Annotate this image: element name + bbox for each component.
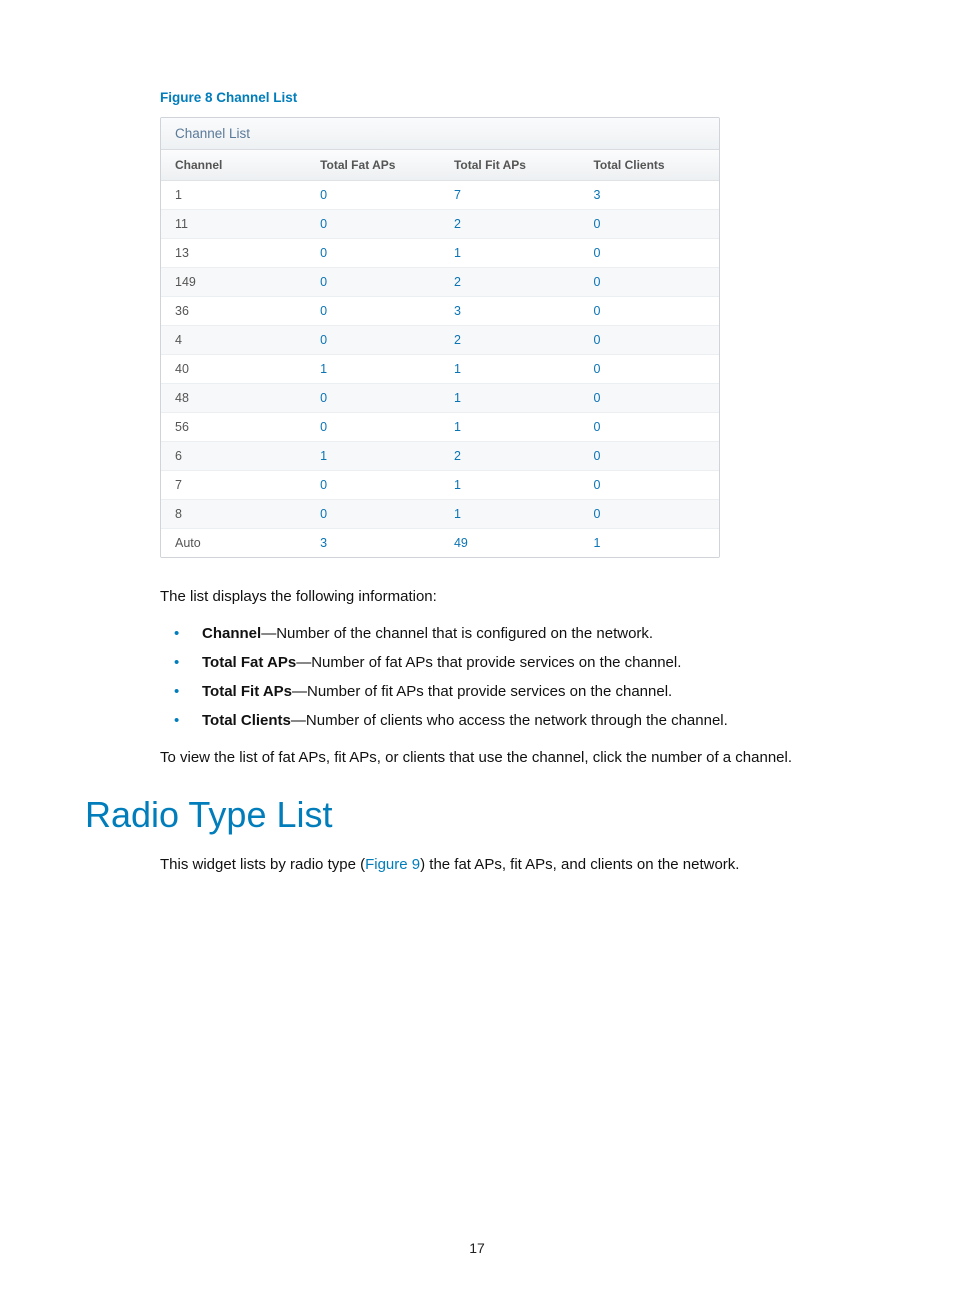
cell-channel: 40 (161, 355, 306, 383)
section-body: This widget lists by radio type (Figure … (160, 856, 869, 873)
list-item: Total Fit APs—Number of fit APs that pro… (160, 677, 869, 706)
table-row: 11020 (161, 210, 719, 239)
list-item: Channel—Number of the channel that is co… (160, 619, 869, 648)
header-channel: Channel (161, 150, 306, 180)
cell-total-fit-aps[interactable]: 1 (440, 413, 580, 441)
table-row: 8010 (161, 500, 719, 529)
cell-channel: 4 (161, 326, 306, 354)
info-list: Channel—Number of the channel that is co… (160, 619, 869, 735)
table-row: 1073 (161, 181, 719, 210)
cell-channel: 48 (161, 384, 306, 412)
term: Total Fit APs (202, 683, 292, 700)
cell-total-fat-aps[interactable]: 0 (306, 413, 440, 441)
table-row: 13010 (161, 239, 719, 268)
term: Channel (202, 625, 261, 642)
cell-total-fat-aps[interactable]: 3 (306, 529, 440, 557)
cell-channel: 1 (161, 181, 306, 209)
term: Total Clients (202, 712, 291, 729)
cell-total-fat-aps[interactable]: 1 (306, 442, 440, 470)
desc: —Number of the channel that is configure… (261, 625, 653, 642)
table-row: 7010 (161, 471, 719, 500)
cell-total-fit-aps[interactable]: 3 (440, 297, 580, 325)
cell-total-fit-aps[interactable]: 2 (440, 268, 580, 296)
cell-total-clients[interactable]: 0 (579, 297, 719, 325)
cell-total-fat-aps[interactable]: 0 (306, 268, 440, 296)
intro-text: The list displays the following informat… (160, 588, 869, 605)
cell-total-fit-aps[interactable]: 1 (440, 239, 580, 267)
figure-9-link[interactable]: Figure 9 (365, 856, 420, 873)
cell-total-fit-aps[interactable]: 2 (440, 210, 580, 238)
section-body-pre: This widget lists by radio type ( (160, 856, 365, 873)
header-total-fit-aps: Total Fit APs (440, 150, 580, 180)
cell-total-fit-aps[interactable]: 1 (440, 500, 580, 528)
page-number: 17 (0, 1240, 954, 1256)
cell-channel: 13 (161, 239, 306, 267)
cell-total-fat-aps[interactable]: 0 (306, 500, 440, 528)
cell-total-fat-aps[interactable]: 0 (306, 297, 440, 325)
cell-total-fat-aps[interactable]: 0 (306, 326, 440, 354)
table-body: 1073110201301014902036030402040110480105… (161, 181, 719, 557)
outro-text: To view the list of fat APs, fit APs, or… (160, 749, 869, 766)
cell-total-fit-aps[interactable]: 7 (440, 181, 580, 209)
cell-total-clients[interactable]: 0 (579, 471, 719, 499)
cell-total-fit-aps[interactable]: 1 (440, 384, 580, 412)
cell-channel: 7 (161, 471, 306, 499)
list-item: Total Fat APs—Number of fat APs that pro… (160, 648, 869, 677)
desc: —Number of clients who access the networ… (291, 712, 728, 729)
section-body-post: ) the fat APs, fit APs, and clients on t… (420, 856, 739, 873)
cell-total-fit-aps[interactable]: 2 (440, 442, 580, 470)
desc: —Number of fat APs that provide services… (296, 654, 681, 671)
table-row: 36030 (161, 297, 719, 326)
table-row: Auto3491 (161, 529, 719, 557)
cell-total-fit-aps[interactable]: 2 (440, 326, 580, 354)
cell-total-clients[interactable]: 1 (579, 529, 719, 557)
header-total-fat-aps: Total Fat APs (306, 150, 440, 180)
cell-total-clients[interactable]: 0 (579, 442, 719, 470)
cell-channel: 6 (161, 442, 306, 470)
cell-total-fit-aps[interactable]: 49 (440, 529, 580, 557)
cell-channel: 36 (161, 297, 306, 325)
cell-total-fat-aps[interactable]: 1 (306, 355, 440, 383)
list-item: Total Clients—Number of clients who acce… (160, 706, 869, 735)
cell-total-fat-aps[interactable]: 0 (306, 181, 440, 209)
cell-total-fat-aps[interactable]: 0 (306, 384, 440, 412)
table-row: 149020 (161, 268, 719, 297)
cell-total-fat-aps[interactable]: 0 (306, 210, 440, 238)
cell-channel: Auto (161, 529, 306, 557)
cell-channel: 56 (161, 413, 306, 441)
cell-total-clients[interactable]: 0 (579, 326, 719, 354)
figure-caption: Figure 8 Channel List (160, 90, 869, 105)
cell-total-fit-aps[interactable]: 1 (440, 355, 580, 383)
cell-channel: 149 (161, 268, 306, 296)
cell-total-clients[interactable]: 0 (579, 413, 719, 441)
term: Total Fat APs (202, 654, 296, 671)
cell-total-clients[interactable]: 0 (579, 239, 719, 267)
table-row: 40110 (161, 355, 719, 384)
table-row: 48010 (161, 384, 719, 413)
cell-total-clients[interactable]: 3 (579, 181, 719, 209)
cell-channel: 11 (161, 210, 306, 238)
cell-total-fit-aps[interactable]: 1 (440, 471, 580, 499)
header-total-clients: Total Clients (579, 150, 719, 180)
cell-total-clients[interactable]: 0 (579, 355, 719, 383)
cell-total-clients[interactable]: 0 (579, 384, 719, 412)
cell-total-clients[interactable]: 0 (579, 500, 719, 528)
table-row: 6120 (161, 442, 719, 471)
widget-title: Channel List (161, 118, 719, 150)
table-row: 56010 (161, 413, 719, 442)
table-header-row: Channel Total Fat APs Total Fit APs Tota… (161, 150, 719, 181)
section-heading-radio-type-list: Radio Type List (85, 794, 869, 836)
channel-list-widget: Channel List Channel Total Fat APs Total… (160, 117, 720, 558)
cell-channel: 8 (161, 500, 306, 528)
desc: —Number of fit APs that provide services… (292, 683, 672, 700)
cell-total-fat-aps[interactable]: 0 (306, 471, 440, 499)
cell-total-clients[interactable]: 0 (579, 268, 719, 296)
cell-total-fat-aps[interactable]: 0 (306, 239, 440, 267)
table-row: 4020 (161, 326, 719, 355)
cell-total-clients[interactable]: 0 (579, 210, 719, 238)
